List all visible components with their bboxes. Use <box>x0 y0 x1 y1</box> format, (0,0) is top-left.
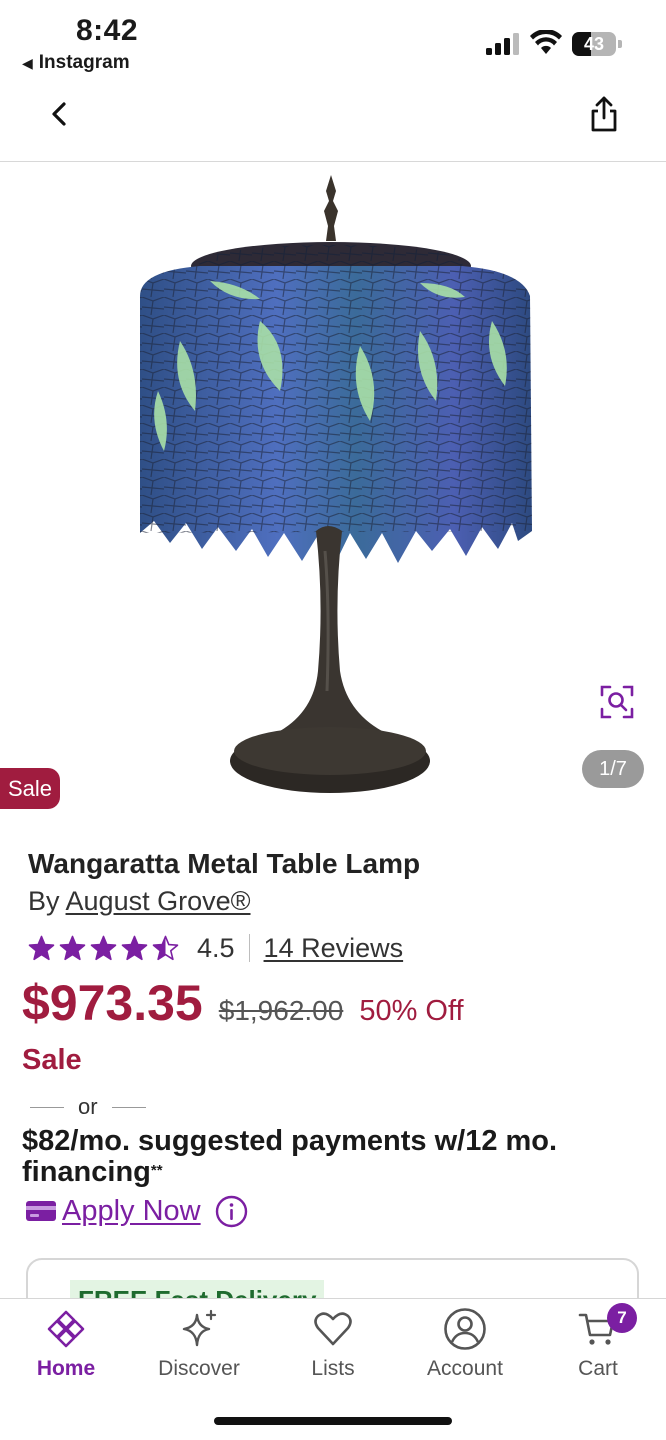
status-bar: 8:42 ◀ Instagram 43 <box>0 0 666 82</box>
product-brand: By August Grove® <box>28 886 251 917</box>
home-indicator <box>214 1417 452 1425</box>
image-counter: 1/7 <box>582 750 644 788</box>
rating-divider <box>248 934 250 962</box>
rating-row: 4.5 14 Reviews <box>28 930 403 966</box>
tab-cart-label: Cart <box>578 1357 618 1380</box>
battery-icon: 43 <box>572 32 622 56</box>
status-time: 8:42 <box>76 14 139 47</box>
star-icon <box>121 935 148 960</box>
share-icon[interactable] <box>586 94 622 134</box>
financing-footnote-mark: ** <box>150 1162 163 1179</box>
cart-count-badge: 7 <box>607 1303 637 1333</box>
apply-row: Apply Now <box>26 1193 248 1229</box>
credit-card-icon <box>26 1201 56 1221</box>
tab-account-label: Account <box>427 1357 503 1380</box>
tab-home-label: Home <box>36 1357 96 1380</box>
tab-home[interactable]: Home <box>11 1309 121 1389</box>
tab-account[interactable]: Account <box>410 1308 520 1389</box>
battery-level: 43 <box>583 34 605 54</box>
back-app-label: Instagram <box>38 52 130 73</box>
rating-value: 4.5 <box>197 932 235 963</box>
financing-text: $82/mo. suggested payments w/12 mo. fina… <box>22 1126 642 1188</box>
info-icon[interactable] <box>215 1195 248 1228</box>
apply-now-link[interactable]: Apply Now <box>62 1195 201 1228</box>
product-image-gallery[interactable]: 1/7 <box>0 163 666 808</box>
zoom-search-icon[interactable] <box>598 683 636 721</box>
back-to-app-link[interactable]: ◀ Instagram <box>22 52 130 74</box>
financing-label: $82/mo. suggested payments w/12 mo. fina… <box>22 1125 558 1188</box>
product-image[interactable] <box>120 171 550 801</box>
home-icon <box>47 1310 85 1348</box>
star-icon <box>152 935 179 960</box>
tab-discover[interactable]: Discover <box>144 1309 254 1389</box>
sale-badge: Sale <box>0 768 61 809</box>
reviews-link[interactable]: 14 Reviews <box>264 933 404 964</box>
tab-lists-label: Lists <box>311 1357 355 1380</box>
sparkle-icon <box>182 1309 217 1347</box>
star-icon <box>59 935 86 960</box>
sale-label: Sale <box>22 1044 82 1076</box>
price-row: $973.35 $1,962.00 50% Off <box>22 974 464 1032</box>
brand-prefix: By <box>28 886 60 916</box>
nav-header <box>0 82 666 162</box>
chevron-left-icon[interactable] <box>42 96 78 132</box>
star-icon <box>90 935 117 960</box>
tab-cart[interactable]: 7 Cart <box>543 1303 653 1389</box>
product-title: Wangaratta Metal Table Lamp <box>28 848 421 879</box>
or-text: or <box>78 1094 98 1119</box>
heart-icon <box>314 1312 352 1346</box>
tab-lists[interactable]: Lists <box>278 1309 388 1389</box>
star-rating <box>28 935 179 962</box>
current-price: $973.35 <box>22 975 203 1031</box>
account-icon <box>444 1308 486 1350</box>
tab-discover-label: Discover <box>158 1357 240 1380</box>
discount-label: 50% Off <box>359 995 464 1027</box>
brand-link[interactable]: August Grove® <box>66 886 251 916</box>
cellular-signal-icon <box>486 33 519 55</box>
original-price: $1,962.00 <box>218 995 344 1026</box>
back-triangle-icon: ◀ <box>22 54 33 71</box>
star-icon <box>28 935 55 960</box>
wifi-icon <box>530 30 562 54</box>
or-divider: or <box>30 1094 146 1120</box>
